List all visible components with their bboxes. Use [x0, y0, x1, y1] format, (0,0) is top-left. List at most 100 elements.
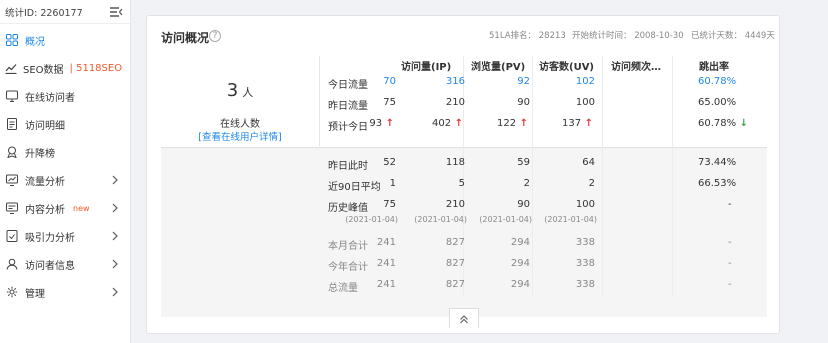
stat-id-row: 统计ID: 2260177	[0, 0, 130, 24]
grid-icon	[5, 33, 19, 47]
sidebar-item-traffic-analysis[interactable]: 流量分析	[0, 166, 130, 194]
sidebar-item-label: 内容分析	[25, 204, 65, 216]
cell-value: 210	[445, 97, 465, 108]
help-icon[interactable]: ?	[209, 30, 221, 42]
expanded-stats-area	[161, 147, 767, 317]
cell-value: 402	[432, 118, 452, 129]
table-cell: 241	[377, 237, 396, 248]
seo-5118-link[interactable]: | 5118SEO	[70, 63, 123, 74]
sidebar-item-overview[interactable]: 概况	[0, 26, 130, 54]
cell-value: 241	[376, 237, 396, 248]
table-cell: 64	[582, 157, 595, 168]
table-cell: 338	[576, 279, 595, 290]
overview-card: 访问概况 ? 51LA排名： 28213 开始统计时间： 2008-10-30 …	[146, 15, 780, 334]
table-cell: -	[728, 279, 732, 290]
cell-value: -	[728, 237, 732, 248]
double-chevron-up-icon	[460, 314, 468, 323]
cell-value: 210	[445, 199, 465, 210]
cell-value: 137	[562, 118, 582, 129]
row-label: 预计今日	[328, 122, 368, 133]
arrow-up-icon: ↑	[581, 118, 593, 129]
cell-value: 294	[510, 258, 530, 269]
table-cell[interactable]: 316	[446, 76, 465, 87]
column-header: 浏览量(PV)	[471, 62, 526, 73]
cell-value: 316	[445, 76, 465, 87]
row-label: 总流量	[328, 283, 358, 294]
days-info: 已统计天数： 4449天	[691, 31, 775, 41]
sidebar-item-label: 吸引力分析	[25, 232, 75, 244]
table-cell: 294	[511, 279, 530, 290]
column-header: 访问频次…	[611, 62, 661, 73]
arrow-up-icon: ↑	[451, 118, 463, 129]
column-header: 跳出率	[699, 62, 729, 73]
start-time-info: 开始统计时间： 2008-10-30	[572, 31, 684, 41]
cell-value: 294	[510, 279, 530, 290]
cell-value: 338	[575, 279, 595, 290]
table-cell: -	[728, 237, 732, 248]
online-users-detail-link[interactable]: [查看在线用户详情]	[161, 129, 319, 143]
divider	[319, 56, 320, 146]
attraction-icon	[5, 229, 19, 243]
sidebar-item-settings[interactable]: 管理	[0, 278, 130, 306]
column-header: 访问量(IP)	[401, 62, 452, 73]
cell-value: 827	[445, 258, 465, 269]
sidebar-item-attraction-analysis[interactable]: 吸引力分析	[0, 222, 130, 250]
table-cell: 210	[446, 97, 465, 108]
peak-date: (2021-01-04)	[345, 215, 398, 224]
new-badge: new	[73, 203, 90, 213]
table-cell: 90	[517, 199, 530, 210]
table-cell: -	[728, 199, 732, 210]
sidebar-item-visitor-info[interactable]: 访问者信息	[0, 250, 130, 278]
sidebar-item-seo[interactable]: SEO数据 | 5118SEO	[0, 54, 130, 82]
table-cell: 241	[377, 258, 396, 269]
table-cell: 93 ↑	[369, 118, 394, 129]
cell-value: 92	[517, 76, 530, 87]
table-cell: 73.44%	[698, 157, 736, 168]
collapse-toggle-button[interactable]	[449, 308, 479, 328]
sidebar-item-label: 升降榜	[25, 148, 55, 160]
user-info-icon	[5, 257, 19, 271]
row-label: 昨日流量	[328, 101, 368, 112]
sidebar-item-ranking[interactable]: 升降榜	[0, 138, 130, 166]
rank-info: 51LA排名： 28213	[489, 31, 566, 41]
cell-value: 70	[383, 76, 396, 87]
cell-value: 100	[575, 199, 595, 210]
sidebar: 统计ID: 2260177 概况 SEO数据 | 5118SEO 在线访问者 访…	[0, 0, 131, 343]
cell-value: 100	[575, 97, 595, 108]
online-users-panel: 3人 在线人数 [查看在线用户详情]	[161, 56, 319, 146]
cell-value: 52	[383, 157, 396, 168]
sidebar-item-label: SEO数据	[23, 64, 64, 76]
page-title: 访问概况	[161, 31, 210, 45]
cell-value: 118	[445, 157, 465, 168]
table-cell: 59	[517, 157, 530, 168]
cell-value: 5	[458, 178, 465, 189]
table-cell: 75	[383, 97, 396, 108]
cell-value: 75	[383, 97, 396, 108]
table-cell: 60.78% ↓	[698, 118, 748, 129]
cell-value: 90	[517, 199, 530, 210]
cell-value: 2	[523, 178, 530, 189]
table-cell: -	[728, 258, 732, 269]
collapse-menu-icon[interactable]	[108, 5, 124, 19]
peak-date: (2021-01-04)	[479, 215, 532, 224]
table-cell: 827	[446, 279, 465, 290]
cell-value: 66.53%	[698, 178, 737, 189]
sidebar-item-online-visitors[interactable]: 在线访问者	[0, 82, 130, 110]
sidebar-item-visit-details[interactable]: 访问明细	[0, 110, 130, 138]
column-divider	[602, 56, 603, 296]
chevron-right-icon	[109, 202, 121, 214]
table-cell[interactable]: 60.78%	[698, 76, 736, 87]
content-icon	[5, 201, 19, 215]
table-cell[interactable]: 70	[383, 76, 396, 87]
cell-value: 1	[389, 178, 396, 189]
arrow-up-icon: ↑	[516, 118, 528, 129]
table-cell: 827	[446, 237, 465, 248]
table-cell[interactable]: 92	[517, 76, 530, 87]
chevron-right-icon	[109, 230, 121, 242]
gear-icon	[5, 285, 19, 299]
cell-value: 338	[575, 237, 595, 248]
table-cell[interactable]: 102	[576, 76, 595, 87]
table-cell: 827	[446, 258, 465, 269]
sidebar-item-content-analysis[interactable]: 内容分析 new	[0, 194, 130, 222]
table-cell: 1	[390, 178, 396, 189]
